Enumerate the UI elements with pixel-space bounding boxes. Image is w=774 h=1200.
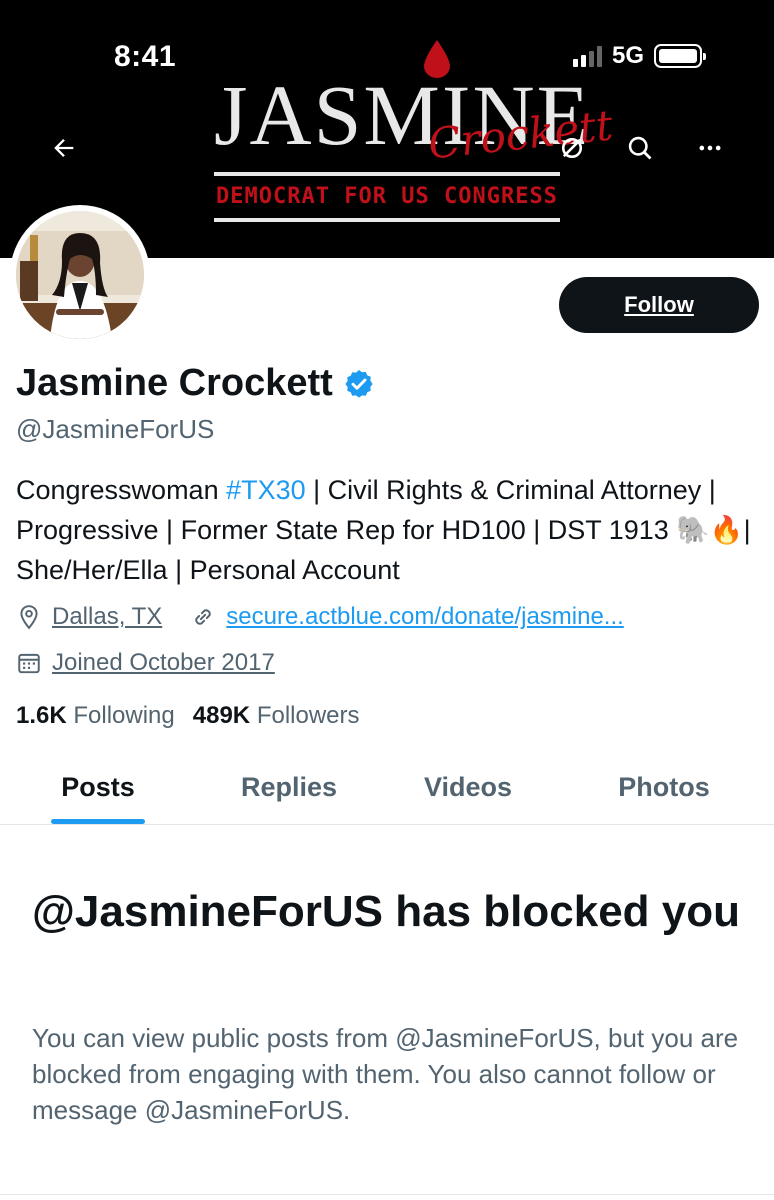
tab-replies[interactable]: Replies [196,750,382,824]
tab-label: Posts [61,771,135,802]
followers-count: 489K [192,702,251,729]
tab-label: Photos [618,771,710,802]
grok-button[interactable] [548,124,596,172]
network-label: 5G [611,42,644,69]
back-button[interactable] [40,124,88,172]
profile-meta-row: Dallas, TX secure.actblue.com/donate/jas… [16,603,624,631]
active-tab-indicator [51,819,145,824]
follow-button[interactable]: Follow [559,277,759,333]
profile-name-row: Jasmine Crockett [16,362,375,405]
followers-link[interactable]: 489K Followers [193,702,360,730]
tab-posts[interactable]: Posts [0,750,196,824]
search-icon [628,136,652,160]
profile-avatar[interactable] [10,205,150,345]
website-link[interactable]: secure.actblue.com/donate/jasmine... [226,603,624,631]
profile-bio: Congresswoman #TX30 | Civil Rights & Cri… [16,470,756,590]
tab-label: Replies [240,771,338,802]
calendar-icon [18,653,40,674]
bio-hashtag-link[interactable]: #TX30 [226,475,306,505]
link-icon [195,609,211,625]
blocked-message: You can view public posts from @JasmineF… [32,1023,739,1125]
logo-divider [214,218,560,222]
status-indicators: 5G [572,42,706,70]
verified-badge-icon[interactable] [343,368,375,400]
blocked-title: @JasmineForUS has blocked you [32,887,740,936]
back-arrow-icon [54,139,74,157]
profile-name: Jasmine Crockett [16,362,333,404]
more-icon [699,145,721,151]
following-count: 1.6K [16,702,67,729]
follow-stats: 1.6K Following 489K Followers [16,702,360,730]
search-button[interactable] [616,124,664,172]
location-icon [20,605,38,630]
tab-label: Videos [423,771,513,802]
status-time: 8:41 [114,40,177,73]
bio-emoji: 🐘🔥 [676,515,744,545]
battery-icon [654,44,706,68]
profile-tabs: Posts Replies Videos Photos [0,750,774,825]
location-link[interactable]: Dallas, TX [52,603,162,631]
joined-row: Joined October 2017 [16,649,275,677]
followers-label: Followers [256,702,360,729]
avatar-photo [16,211,144,339]
bio-text: Congresswoman [16,475,227,505]
profile-handle: @JasmineForUS [16,414,215,444]
divider [0,1194,774,1195]
following-link[interactable]: 1.6K Following [16,702,175,730]
joined-date[interactable]: Joined October 2017 [52,649,275,677]
more-button[interactable] [686,124,734,172]
logo-subtitle: DEMOCRAT FOR US CONGRESS [216,184,558,209]
tab-photos[interactable]: Photos [554,750,774,824]
following-label: Following [73,702,175,729]
tab-videos[interactable]: Videos [382,750,554,824]
signal-icon [572,45,602,67]
grok-icon [561,137,583,159]
logo-divider [214,172,560,176]
